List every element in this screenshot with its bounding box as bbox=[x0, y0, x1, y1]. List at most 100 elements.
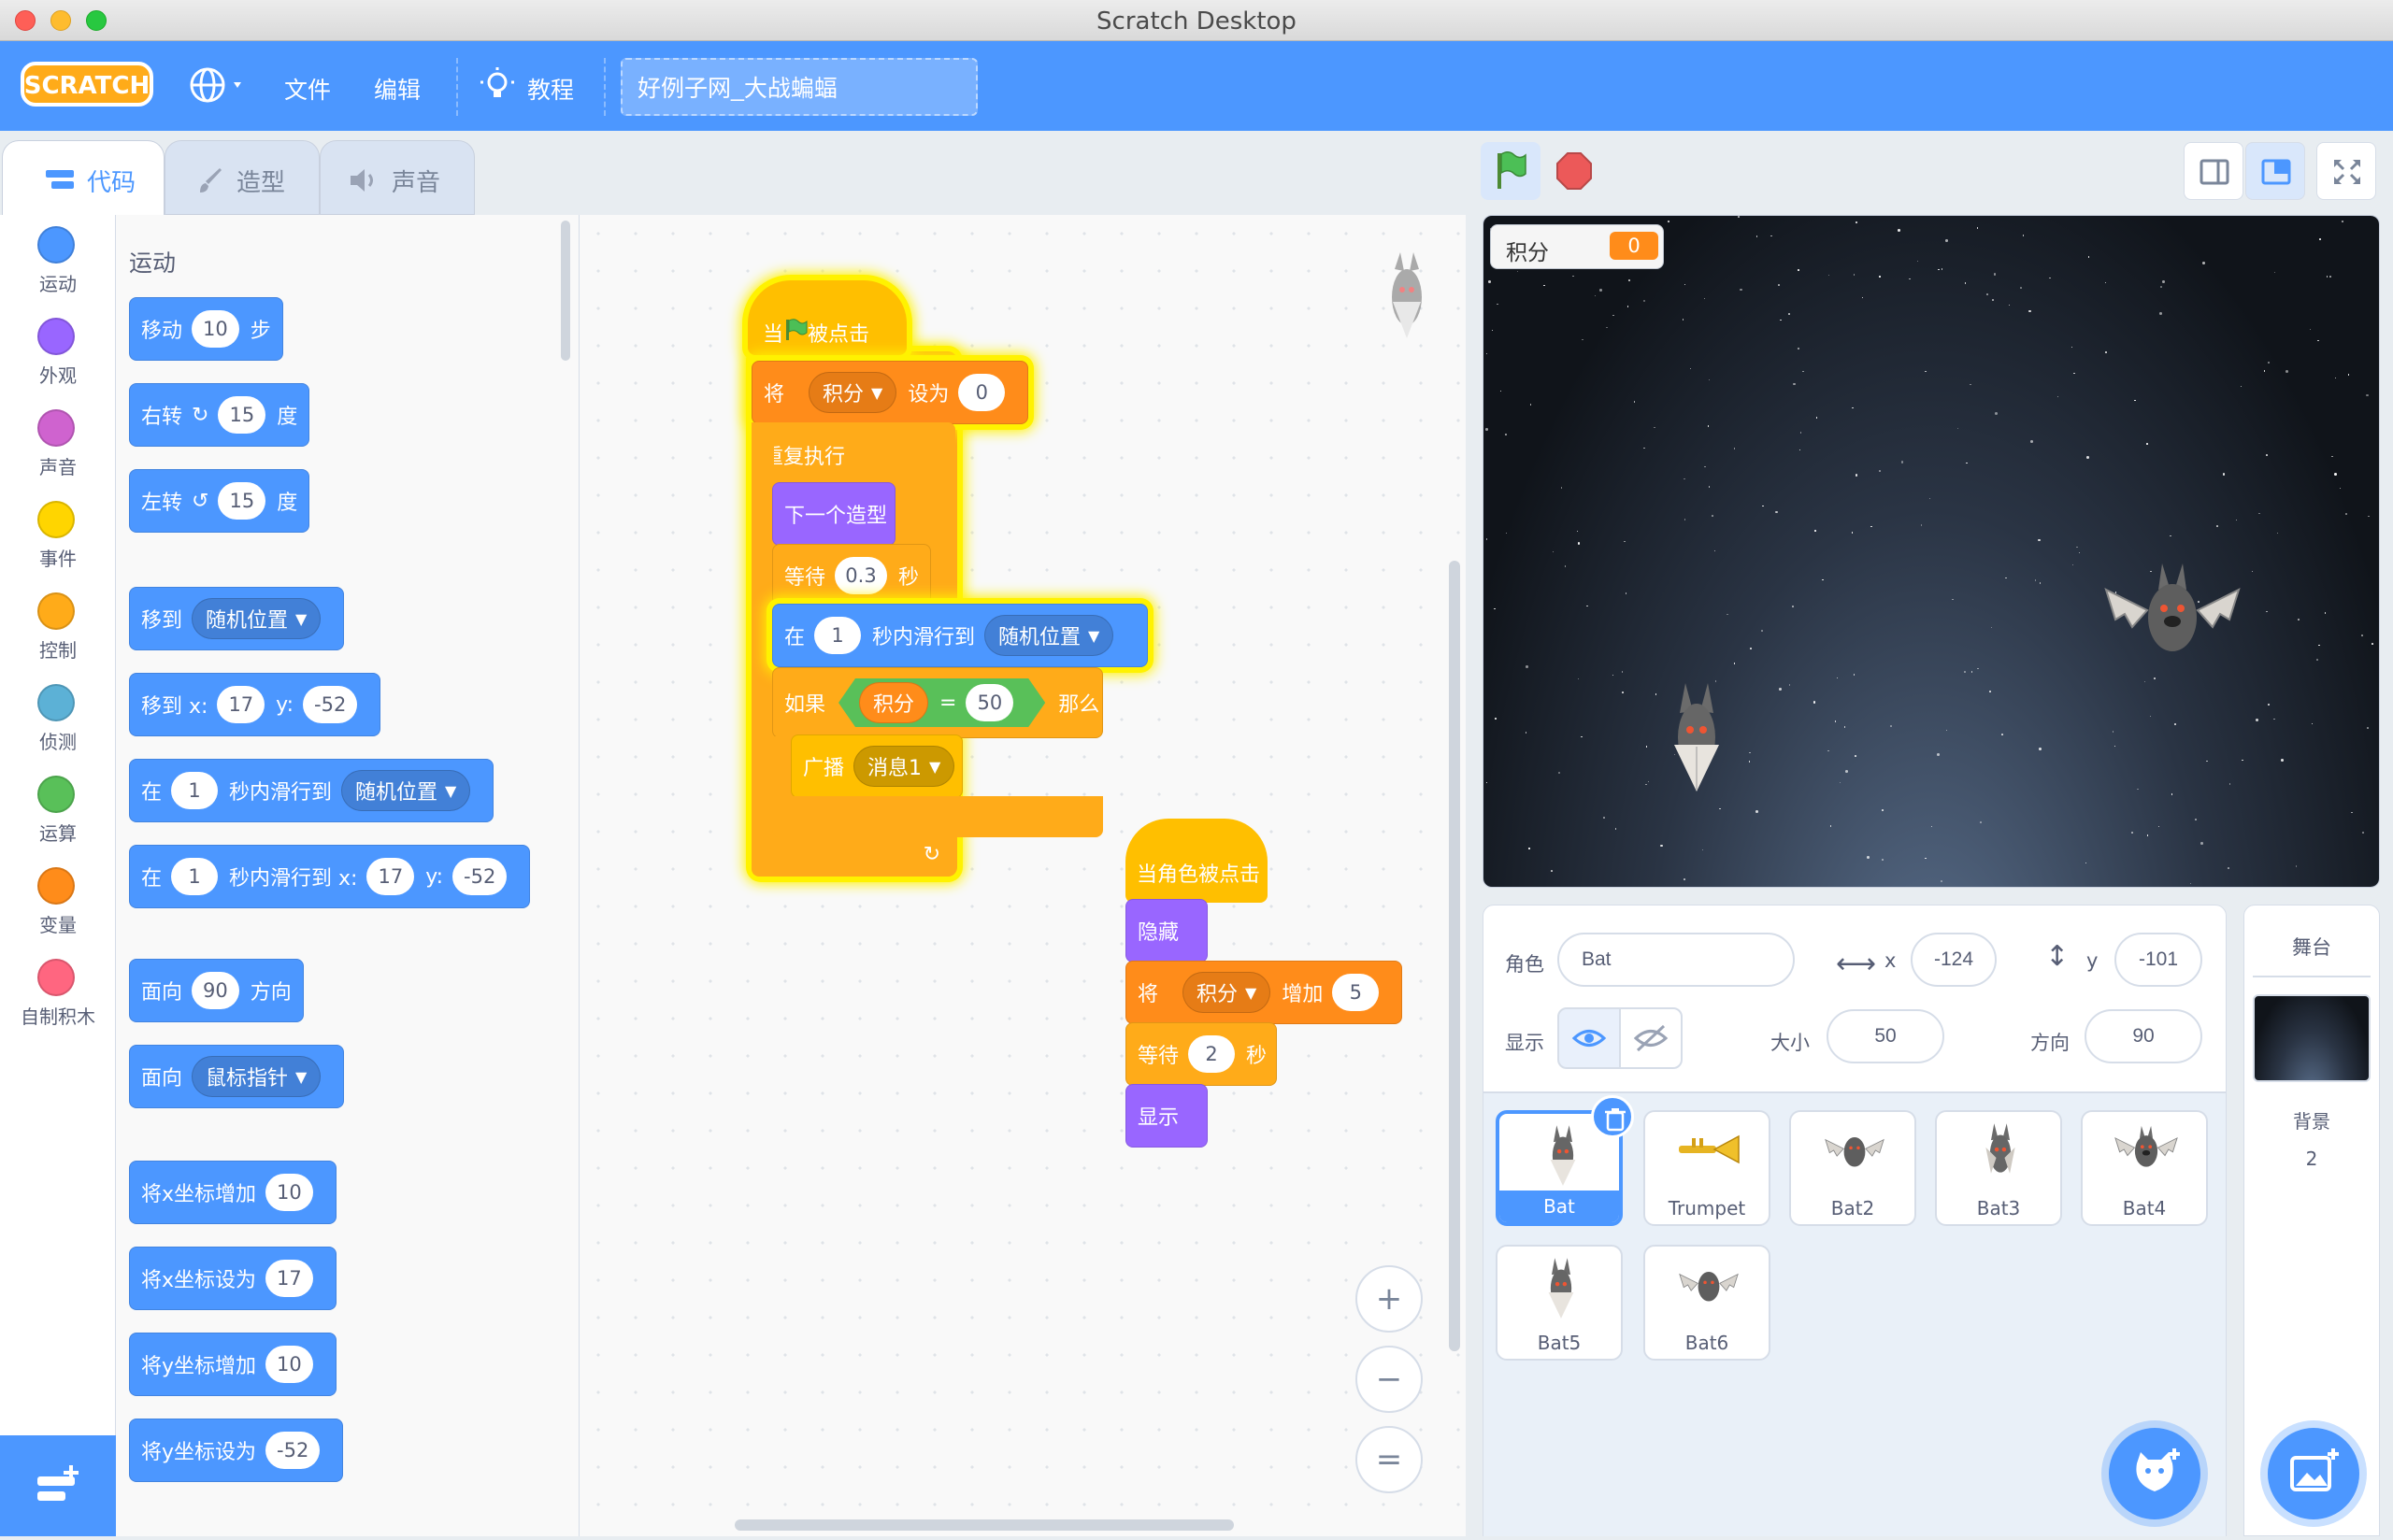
wait-block[interactable]: 等待 0.3 秒 bbox=[772, 544, 931, 607]
wait-block[interactable]: 等待 2 秒 bbox=[1125, 1022, 1277, 1086]
small-stage-button[interactable] bbox=[2184, 142, 2243, 200]
large-stage-button[interactable] bbox=[2245, 142, 2305, 200]
sprite-thumb-bat3[interactable]: Bat3 bbox=[1935, 1110, 2062, 1226]
number-input[interactable]: 10 bbox=[192, 310, 239, 348]
number-input[interactable]: 15 bbox=[218, 482, 265, 520]
equals-operator[interactable]: 积分 = 50 bbox=[838, 678, 1045, 727]
category-dot[interactable] bbox=[37, 501, 75, 538]
value-input[interactable]: 0 bbox=[958, 374, 1005, 411]
category-label[interactable]: 运算 bbox=[0, 819, 116, 846]
x-input[interactable]: 17 bbox=[366, 858, 414, 895]
glide-to-block[interactable]: 在 1 秒内滑行到 随机位置▼ bbox=[772, 604, 1148, 667]
seconds-input[interactable]: 1 bbox=[814, 617, 861, 654]
sprite-thumb-bat5[interactable]: Bat5 bbox=[1496, 1245, 1623, 1361]
palette-scrollbar[interactable] bbox=[561, 221, 570, 361]
compare-input[interactable]: 50 bbox=[966, 684, 1013, 721]
category-dot[interactable] bbox=[37, 318, 75, 355]
turn-right-block[interactable]: 右转 ↻ 15 度 bbox=[129, 383, 309, 447]
category-label[interactable]: 运动 bbox=[0, 269, 116, 296]
bat-sprite[interactable] bbox=[2104, 562, 2241, 666]
direction-input[interactable] bbox=[2085, 1009, 2202, 1063]
point-towards-dropdown[interactable]: 鼠标指针▼ bbox=[192, 1056, 321, 1097]
stage-canvas[interactable] bbox=[1483, 215, 2380, 888]
tab-costumes[interactable]: 造型 bbox=[165, 140, 320, 215]
show-sprite-button[interactable] bbox=[1557, 1007, 1621, 1069]
sprite-name-input[interactable] bbox=[1557, 933, 1795, 987]
hide-block[interactable]: 隐藏 bbox=[1125, 899, 1208, 962]
scratch-logo[interactable]: SCRATCH bbox=[21, 60, 153, 108]
goto-xy-block[interactable]: 移到 x: 17 y: -52 bbox=[129, 673, 380, 736]
next-costume-block[interactable]: 下一个造型 bbox=[772, 482, 896, 546]
backdrop-thumbnail[interactable] bbox=[2253, 994, 2371, 1082]
category-label[interactable]: 变量 bbox=[0, 910, 116, 937]
when-flag-clicked-hat[interactable]: 当 被点击 bbox=[748, 280, 907, 355]
y-input[interactable]: -52 bbox=[303, 686, 357, 723]
category-dot[interactable] bbox=[37, 592, 75, 630]
point-direction-block[interactable]: 面向 90 方向 bbox=[129, 959, 304, 1022]
category-dot[interactable] bbox=[37, 776, 75, 813]
sprite-thumb-bat6[interactable]: Bat6 bbox=[1643, 1245, 1770, 1361]
language-menu[interactable] bbox=[187, 62, 252, 108]
number-input[interactable]: 10 bbox=[265, 1174, 313, 1211]
change-x-block[interactable]: 将x坐标增加 10 bbox=[129, 1161, 337, 1224]
zoom-in-button[interactable]: + bbox=[1355, 1265, 1423, 1333]
script-horizontal-scrollbar[interactable] bbox=[735, 1519, 1234, 1531]
zoom-reset-button[interactable]: = bbox=[1355, 1426, 1423, 1493]
x-input[interactable]: 17 bbox=[217, 686, 265, 723]
category-dot[interactable] bbox=[37, 409, 75, 447]
if-then-block[interactable]: 如果 积分 = 50 那么 bbox=[772, 667, 1103, 738]
number-input[interactable]: -52 bbox=[265, 1432, 320, 1469]
bat-sprite[interactable] bbox=[1667, 679, 1727, 793]
broadcast-block[interactable]: 广播 消息1▼ bbox=[791, 734, 963, 798]
change-variable-block[interactable]: 将 积分▼ 增加 5 bbox=[1125, 961, 1402, 1024]
edit-menu[interactable]: 编辑 bbox=[374, 72, 421, 106]
goto-block[interactable]: 移到 随机位置▼ bbox=[129, 587, 344, 650]
tutorials-menu[interactable]: 教程 bbox=[527, 72, 574, 106]
set-y-block[interactable]: 将y坐标设为 -52 bbox=[129, 1419, 343, 1482]
fullscreen-button[interactable] bbox=[2316, 142, 2376, 200]
seconds-input[interactable]: 0.3 bbox=[835, 557, 887, 594]
glide-xy-block[interactable]: 在 1 秒内滑行到 x: 17 y: -52 bbox=[129, 845, 530, 908]
show-block[interactable]: 显示 bbox=[1125, 1084, 1208, 1148]
y-input[interactable]: -52 bbox=[452, 858, 507, 895]
variable-reporter[interactable]: 积分 bbox=[859, 682, 928, 723]
y-position-input[interactable] bbox=[2114, 933, 2202, 987]
category-label[interactable]: 侦测 bbox=[0, 727, 116, 754]
turn-left-block[interactable]: 左转 ↺ 15 度 bbox=[129, 469, 309, 533]
number-input[interactable]: 17 bbox=[265, 1260, 313, 1297]
stop-button[interactable] bbox=[1544, 142, 1604, 200]
script-vertical-scrollbar[interactable] bbox=[1449, 561, 1460, 1351]
category-label[interactable]: 自制积木 bbox=[0, 1002, 116, 1029]
sprite-thumb-bat2[interactable]: Bat2 bbox=[1789, 1110, 1916, 1226]
set-x-block[interactable]: 将x坐标设为 17 bbox=[129, 1247, 337, 1310]
hide-sprite-button[interactable] bbox=[1619, 1007, 1683, 1069]
size-input[interactable] bbox=[1827, 1009, 1944, 1063]
seconds-input[interactable]: 1 bbox=[171, 858, 218, 895]
sprite-thumb-bat4[interactable]: Bat4 bbox=[2081, 1110, 2208, 1226]
choose-sprite-button[interactable] bbox=[2109, 1428, 2200, 1519]
value-input[interactable]: 5 bbox=[1332, 974, 1379, 1011]
tab-code[interactable]: 代码 bbox=[2, 140, 165, 217]
category-label[interactable]: 外观 bbox=[0, 361, 116, 388]
set-variable-block[interactable]: 将 积分▼ 设为 0 bbox=[752, 361, 1028, 424]
glide-to-block[interactable]: 在 1 秒内滑行到 随机位置▼ bbox=[129, 759, 494, 822]
category-dot[interactable] bbox=[37, 959, 75, 996]
file-menu[interactable]: 文件 bbox=[284, 72, 331, 106]
choose-backdrop-button[interactable] bbox=[2268, 1428, 2359, 1519]
category-dot[interactable] bbox=[37, 684, 75, 721]
variable-dropdown[interactable]: 积分▼ bbox=[1182, 972, 1270, 1013]
green-flag-button[interactable] bbox=[1481, 142, 1540, 200]
glide-target-dropdown[interactable]: 随机位置▼ bbox=[984, 615, 1113, 656]
point-towards-block[interactable]: 面向 鼠标指针▼ bbox=[129, 1045, 344, 1108]
move-steps-block[interactable]: 移动 10 步 bbox=[129, 297, 283, 361]
delete-sprite-button[interactable] bbox=[1591, 1095, 1634, 1138]
add-extension-button[interactable] bbox=[0, 1435, 116, 1536]
x-position-input[interactable] bbox=[1911, 933, 1997, 987]
forever-block[interactable]: 重复执行 bbox=[752, 422, 955, 488]
glide-target-dropdown[interactable]: 随机位置▼ bbox=[341, 770, 470, 811]
number-input[interactable]: 10 bbox=[265, 1346, 313, 1383]
category-dot[interactable] bbox=[37, 226, 75, 264]
category-dot[interactable] bbox=[37, 867, 75, 905]
tab-sounds[interactable]: 声音 bbox=[320, 140, 475, 215]
category-label[interactable]: 事件 bbox=[0, 544, 116, 571]
